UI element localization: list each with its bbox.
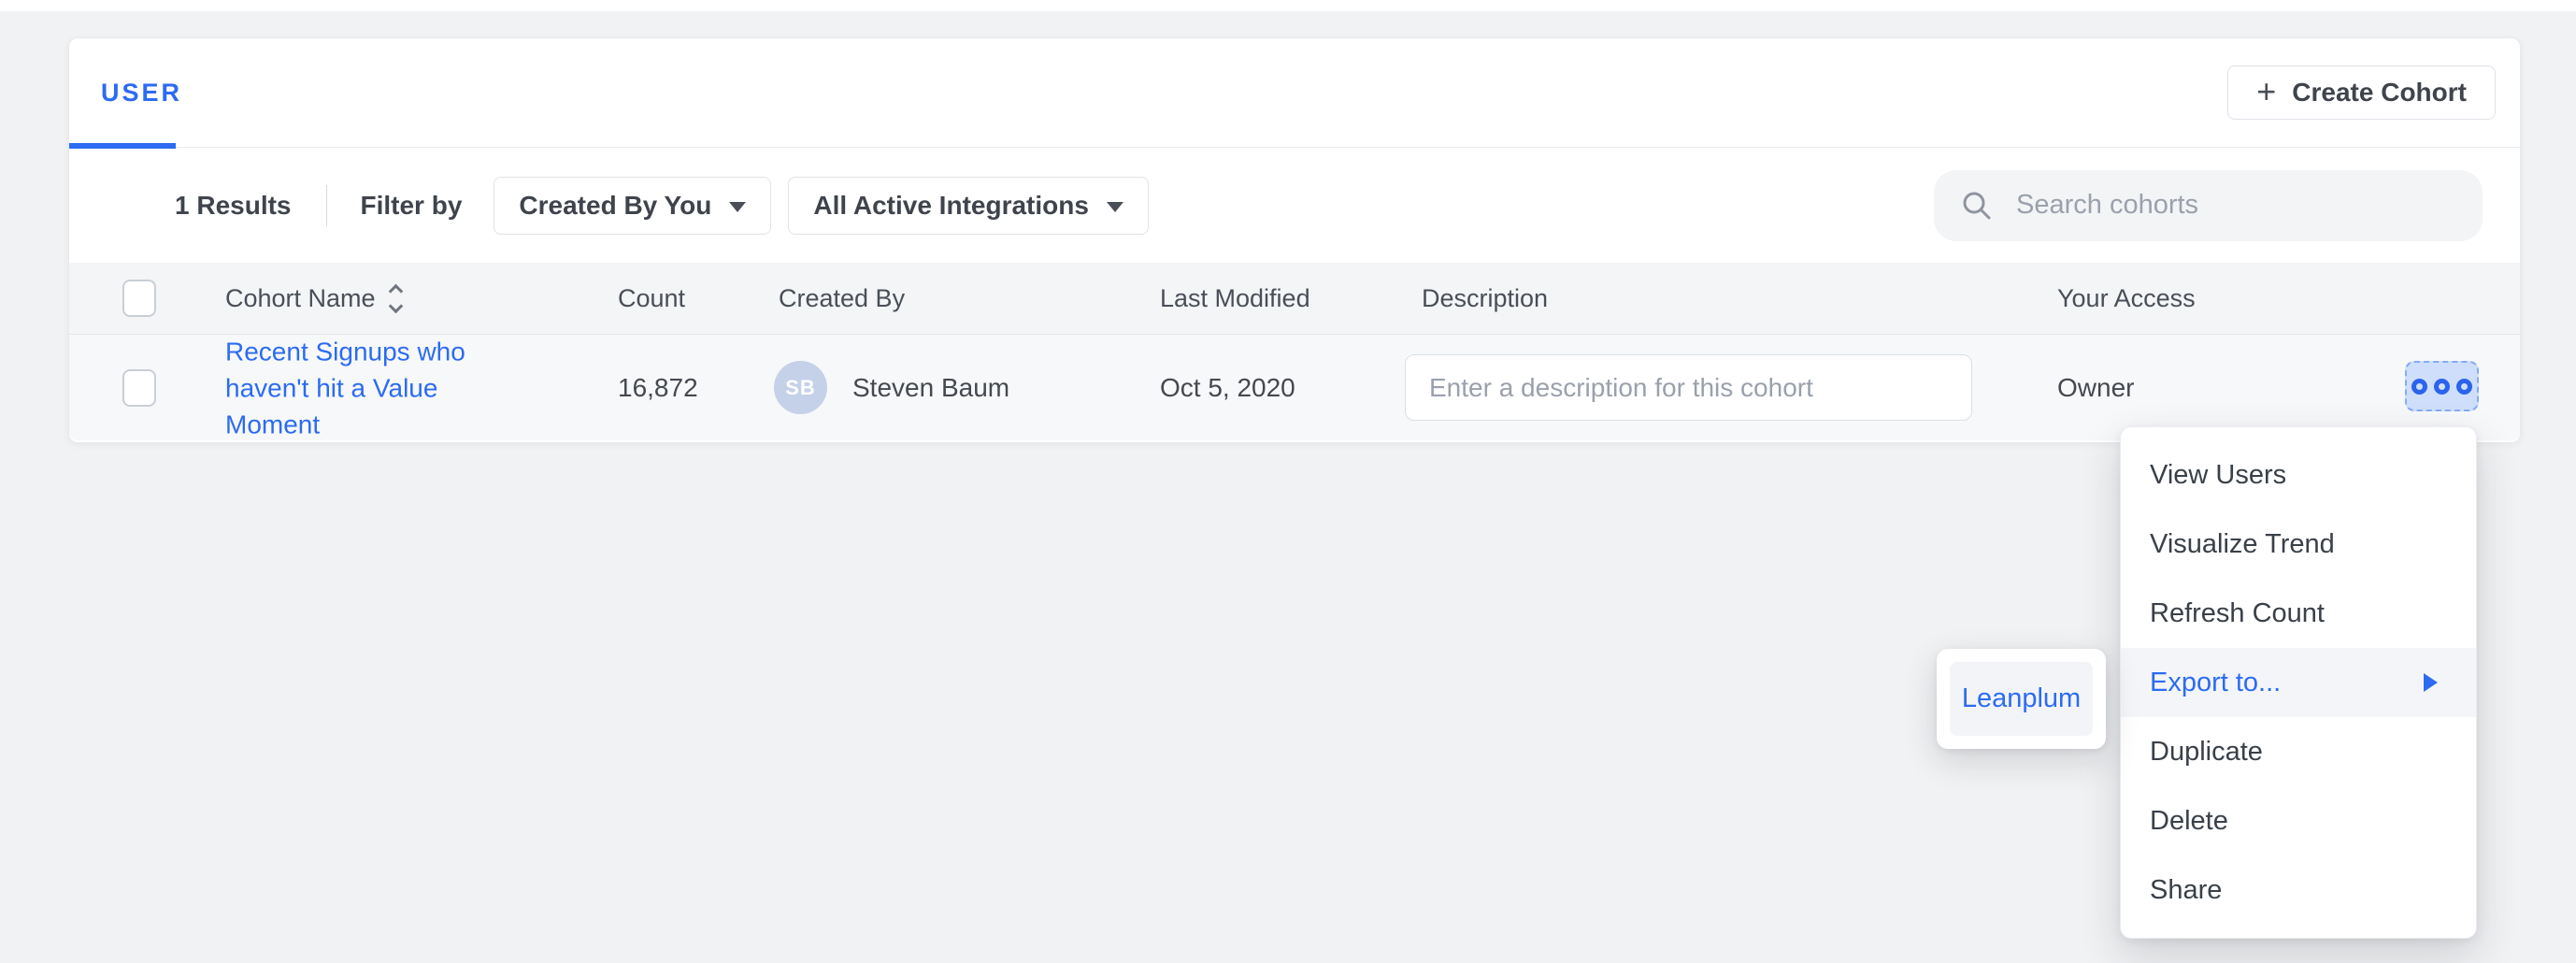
column-header-description: Description bbox=[1422, 263, 1548, 334]
column-header-count: Count bbox=[618, 263, 685, 334]
menu-item-visualize-trend[interactable]: Visualize Trend bbox=[2121, 510, 2476, 579]
submenu-item-leanplum[interactable]: Leanplum bbox=[1950, 662, 2093, 736]
top-strip bbox=[0, 0, 2576, 11]
row-actions-button[interactable] bbox=[2405, 361, 2479, 411]
menu-item-view-users[interactable]: View Users bbox=[2121, 440, 2476, 510]
submenu-arrow-icon bbox=[2424, 673, 2438, 692]
results-count: 1 Results bbox=[175, 191, 292, 221]
access-level: Owner bbox=[2057, 335, 2134, 440]
cohorts-panel: USER + Create Cohort 1 Results Filter by… bbox=[68, 37, 2521, 443]
column-header-created-by: Created By bbox=[779, 263, 905, 334]
avatar: SB bbox=[774, 361, 827, 414]
creator-name: Steven Baum bbox=[852, 335, 1009, 440]
tab-user-label: USER bbox=[101, 79, 182, 108]
more-dots-icon bbox=[2411, 379, 2427, 395]
integrations-dropdown[interactable]: All Active Integrations bbox=[788, 177, 1149, 235]
chevron-down-icon bbox=[729, 202, 746, 212]
tab-bar: USER + Create Cohort bbox=[69, 38, 2520, 148]
table-row: Recent Signups who haven't hit a Value M… bbox=[69, 335, 2520, 440]
more-dots-icon bbox=[2434, 379, 2450, 395]
description-input[interactable] bbox=[1405, 354, 1972, 421]
cohort-name-link[interactable]: Recent Signups who haven't hit a Value M… bbox=[225, 333, 479, 442]
search-input[interactable] bbox=[2014, 189, 2456, 222]
row-checkbox[interactable] bbox=[122, 369, 156, 407]
column-header-last-modified: Last Modified bbox=[1160, 263, 1310, 334]
sort-icon bbox=[391, 286, 401, 311]
row-actions-menu: View Users Visualize Trend Refresh Count… bbox=[2120, 426, 2477, 939]
menu-item-export-to[interactable]: Export to... bbox=[2121, 648, 2476, 717]
menu-item-refresh-count[interactable]: Refresh Count bbox=[2121, 579, 2476, 648]
export-submenu: Leanplum bbox=[1937, 649, 2106, 749]
created-by-dropdown[interactable]: Created By You bbox=[494, 177, 771, 235]
cohort-name-header-label: Cohort Name bbox=[225, 284, 376, 313]
row-select-cell bbox=[122, 335, 156, 440]
select-all-checkbox[interactable] bbox=[122, 280, 156, 317]
cohort-count: 16,872 bbox=[618, 335, 698, 440]
select-all-cell bbox=[122, 263, 156, 334]
create-cohort-label: Create Cohort bbox=[2292, 78, 2467, 108]
tab-user[interactable]: USER bbox=[93, 38, 190, 147]
column-header-cohort-name[interactable]: Cohort Name bbox=[225, 263, 401, 334]
search-icon bbox=[1960, 189, 1994, 223]
chevron-down-icon bbox=[1107, 202, 1123, 212]
avatar-initials: SB bbox=[785, 376, 816, 400]
filter-by-label: Filter by bbox=[361, 191, 463, 221]
menu-item-share[interactable]: Share bbox=[2121, 855, 2476, 925]
search-cohorts-box[interactable] bbox=[1934, 170, 2483, 241]
created-by-dropdown-label: Created By You bbox=[519, 191, 711, 221]
menu-item-duplicate[interactable]: Duplicate bbox=[2121, 717, 2476, 786]
filter-bar: 1 Results Filter by Created By You All A… bbox=[69, 148, 2520, 263]
last-modified-date: Oct 5, 2020 bbox=[1160, 335, 1295, 440]
divider bbox=[326, 185, 327, 226]
menu-item-delete[interactable]: Delete bbox=[2121, 786, 2476, 855]
integrations-dropdown-label: All Active Integrations bbox=[813, 191, 1089, 221]
plus-icon: + bbox=[2256, 75, 2276, 108]
create-cohort-button[interactable]: + Create Cohort bbox=[2227, 65, 2496, 120]
table-header: Cohort Name Count Created By Last Modifi… bbox=[69, 263, 2520, 335]
more-dots-icon bbox=[2456, 379, 2472, 395]
column-header-your-access: Your Access bbox=[2057, 263, 2196, 334]
